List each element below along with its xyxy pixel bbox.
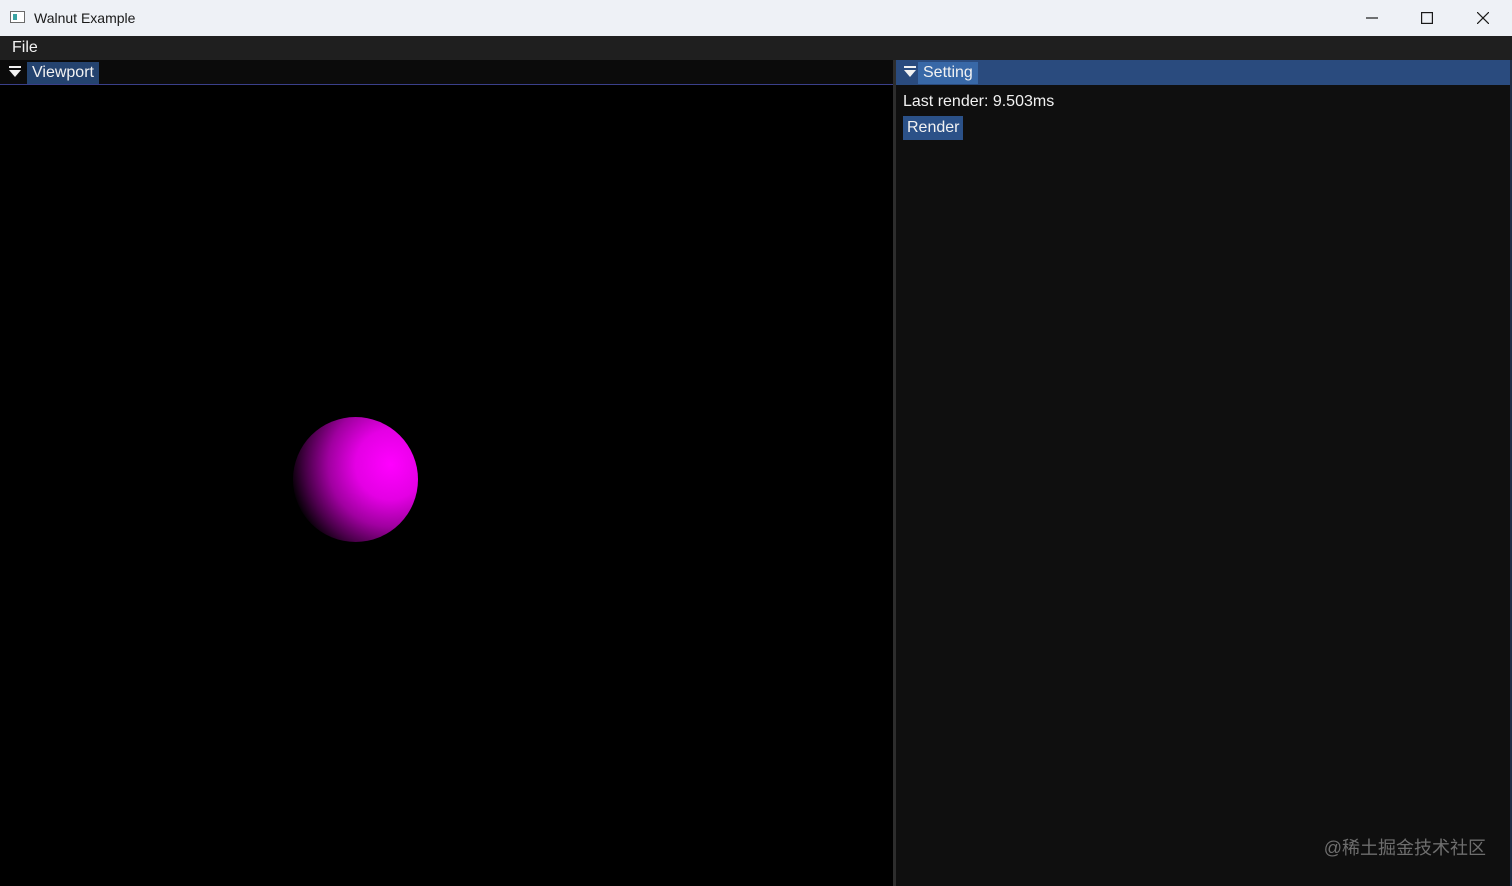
app-window-icon — [10, 11, 25, 23]
close-icon — [1477, 12, 1489, 24]
window-title: Walnut Example — [34, 10, 136, 26]
setting-tab-bar: Setting — [896, 60, 1512, 85]
maximize-icon — [1421, 12, 1433, 24]
minimize-button[interactable] — [1345, 0, 1399, 36]
watermark-text: @稀土掘金技术社区 — [1323, 838, 1486, 858]
viewport-canvas[interactable] — [0, 85, 893, 886]
render-button[interactable]: Render — [903, 116, 964, 140]
rendered-sphere — [293, 417, 418, 542]
menu-file[interactable]: File — [7, 36, 43, 60]
viewport-tab-bar: Viewport — [0, 60, 893, 85]
menu-bar: File — [0, 36, 1512, 60]
triangle-down-icon[interactable] — [7, 64, 23, 80]
app-window: Walnut Example File Viewport Setting Las… — [0, 0, 1512, 886]
last-render-label: Last render: 9.503ms — [903, 93, 1055, 110]
setting-panel: Last render: 9.503ms Render @稀土掘金技术社区 — [896, 85, 1512, 886]
maximize-button[interactable] — [1400, 0, 1454, 36]
tab-viewport[interactable]: Viewport — [27, 62, 99, 84]
title-bar[interactable]: Walnut Example — [0, 0, 1512, 36]
close-button[interactable] — [1456, 0, 1510, 36]
tab-setting[interactable]: Setting — [918, 62, 978, 84]
triangle-down-icon[interactable] — [902, 64, 918, 80]
minimize-icon — [1366, 17, 1378, 19]
